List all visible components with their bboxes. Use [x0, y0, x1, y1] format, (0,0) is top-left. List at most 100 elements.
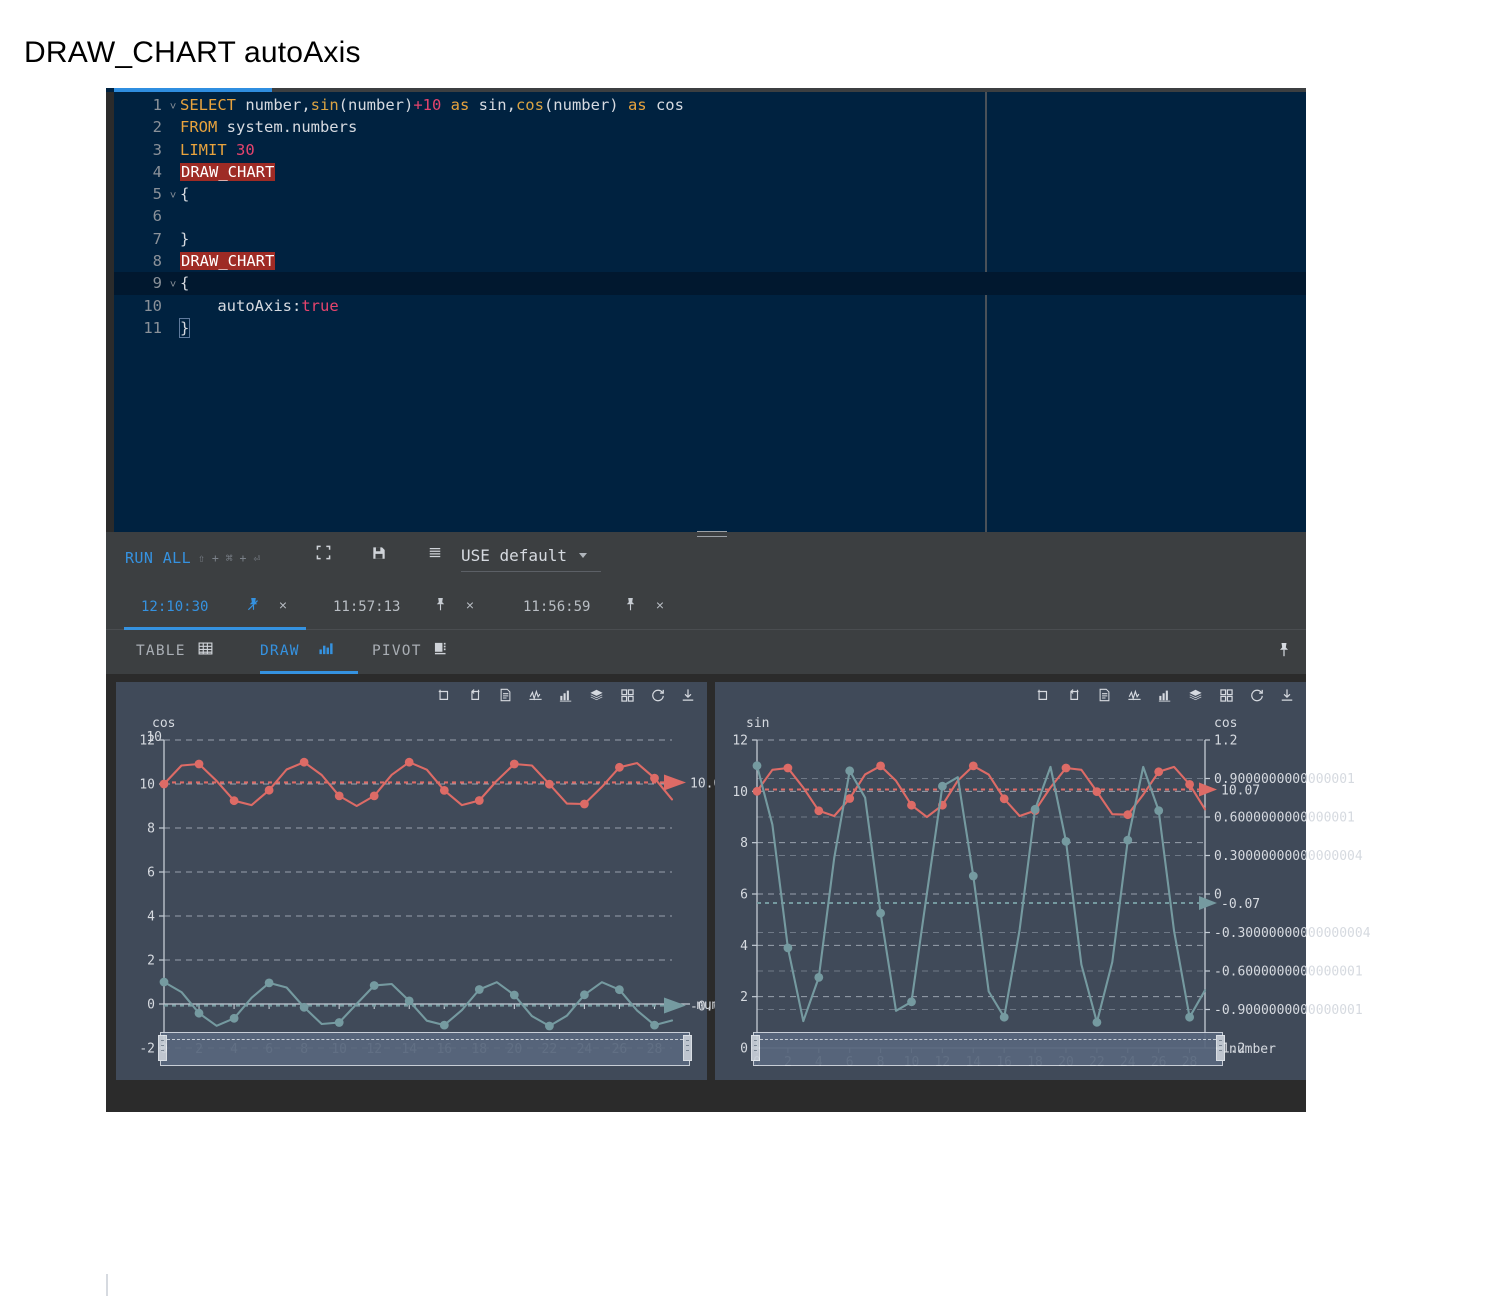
- R-point: [876, 909, 885, 918]
- chevron-down-icon: [579, 553, 587, 558]
- code-line-6[interactable]: 6: [114, 205, 1306, 227]
- L-point: [580, 990, 589, 999]
- splitter-grip[interactable]: [697, 527, 727, 539]
- L-point: [300, 1003, 309, 1012]
- chart-left-datazoom[interactable]: [160, 1032, 690, 1066]
- database-select[interactable]: USE default: [461, 546, 601, 572]
- tab-pivot[interactable]: PIVOT: [372, 630, 472, 674]
- R-point: [1062, 764, 1071, 773]
- datazoom-handle-right[interactable]: [683, 1035, 692, 1061]
- token-draw-chart-2: DRAW_CHART: [180, 252, 275, 270]
- code-line-8[interactable]: 8DRAW_CHART: [114, 250, 1306, 272]
- datazoom-track: [167, 1039, 683, 1040]
- token-paren-number: (number): [339, 96, 414, 114]
- token-plus10: +10: [413, 96, 441, 114]
- tab-draw[interactable]: DRAW: [260, 630, 358, 674]
- save-icon[interactable]: [368, 545, 390, 567]
- token-autoaxis-value: true: [301, 297, 338, 315]
- format-icon[interactable]: [424, 545, 446, 567]
- pivot-icon: [434, 641, 449, 660]
- R-ytick-left: 8: [740, 836, 748, 851]
- close-icon[interactable]: ×: [461, 597, 479, 613]
- pin-icon[interactable]: [621, 597, 639, 615]
- token-sin-alias: sin,: [479, 96, 516, 114]
- fullscreen-icon[interactable]: [312, 545, 334, 567]
- L-point: [370, 981, 379, 990]
- datazoom-handle-left[interactable]: [158, 1035, 167, 1061]
- R-point: [1093, 787, 1102, 796]
- tab-table-label: TABLE: [136, 643, 186, 659]
- result-tab-2[interactable]: 11:56:59 ×: [506, 584, 686, 630]
- result-tab-time: 11:57:13: [333, 599, 400, 615]
- datazoom-handle-left[interactable]: [751, 1035, 760, 1061]
- line-number: 10: [114, 295, 166, 317]
- R-endpoint-label: -0.07: [1221, 897, 1260, 912]
- table-icon: [198, 641, 213, 660]
- L-point: [475, 985, 484, 994]
- close-icon[interactable]: ×: [651, 597, 669, 613]
- R-endpoint-label: 10.07: [1221, 784, 1260, 799]
- result-tab-1[interactable]: 11:57:13 ×: [316, 584, 496, 630]
- token-from-table: system.numbers: [217, 118, 357, 136]
- token-open-brace-1: {: [180, 185, 189, 203]
- fold-toggle[interactable]: ˅: [166, 274, 180, 296]
- L-point: [510, 991, 519, 1000]
- R-ytick-left: 0: [740, 1042, 748, 1057]
- L-point: [650, 1021, 659, 1030]
- code-content[interactable]: 1˅SELECT number,sin(number)+10 as sin,co…: [114, 94, 1306, 530]
- chart-left[interactable]: cos 10 -20246810120246810121416182022242…: [116, 682, 707, 1080]
- fold-toggle[interactable]: ˅: [166, 96, 180, 118]
- L-point: [160, 780, 169, 789]
- unpin-icon[interactable]: [244, 597, 262, 615]
- line-number: 7: [114, 228, 166, 250]
- token-number-col: number,: [236, 96, 311, 114]
- fold-toggle[interactable]: ˅: [166, 185, 180, 207]
- code-line-11[interactable]: 11}: [114, 317, 1306, 339]
- L-point: [405, 758, 414, 767]
- R-point: [907, 997, 916, 1006]
- code-line-9[interactable]: 9˅{: [114, 272, 1306, 294]
- code-line-4[interactable]: 4DRAW_CHART: [114, 161, 1306, 183]
- editor-active-tab-accent: [114, 88, 272, 92]
- L-point: [265, 979, 274, 988]
- token-limit-value: 30: [236, 141, 255, 159]
- R-point: [753, 787, 762, 796]
- L-point: [195, 1009, 204, 1018]
- run-all-button[interactable]: RUN ALL: [125, 549, 191, 567]
- L-ytick-left: 4: [147, 910, 155, 925]
- chart-right-datazoom[interactable]: [753, 1032, 1223, 1066]
- line-number: 6: [114, 205, 166, 227]
- tab-draw-label: DRAW: [260, 643, 300, 659]
- R-ytick-left: 12: [732, 734, 748, 749]
- R-point: [814, 973, 823, 982]
- token-select: SELECT: [180, 96, 236, 114]
- tab-table[interactable]: TABLE: [136, 630, 236, 674]
- chart-right[interactable]: sin cos 0246810121.20.90000000000000010.…: [715, 682, 1306, 1080]
- pin-icon[interactable]: [431, 597, 449, 615]
- R-ytick-right: -0.30000000000000004: [1214, 926, 1371, 941]
- token-sin-fn: sin: [311, 96, 339, 114]
- R-point: [1123, 810, 1132, 819]
- L-point: [195, 760, 204, 769]
- pin-results-icon[interactable]: [1277, 642, 1291, 663]
- code-line-7[interactable]: 7}: [114, 228, 1306, 250]
- datazoom-handle-right[interactable]: [1216, 1035, 1225, 1061]
- R-point: [969, 872, 978, 881]
- result-tab-0[interactable]: 12:10:30 ×: [124, 584, 306, 630]
- run-all-shortcut: ⇧ + ⌘ + ⏎: [198, 551, 260, 565]
- code-line-5[interactable]: 5˅{: [114, 183, 1306, 205]
- line-number: 3: [114, 139, 166, 161]
- code-line-1[interactable]: 1˅SELECT number,sin(number)+10 as sin,co…: [114, 94, 1306, 116]
- L-point: [650, 774, 659, 783]
- L-point: [230, 796, 239, 805]
- R-ytick-right: 0.6000000000000001: [1214, 811, 1355, 826]
- R-point: [938, 782, 947, 791]
- code-line-2[interactable]: 2FROM system.numbers: [114, 116, 1306, 138]
- L-ytick-left: 2: [147, 954, 155, 969]
- close-icon[interactable]: ×: [274, 597, 292, 613]
- code-line-10[interactable]: 10 autoAxis:true: [114, 295, 1306, 317]
- token-cos-fn: cos: [516, 96, 544, 114]
- app-window: 1˅SELECT number,sin(number)+10 as sin,co…: [106, 88, 1306, 1112]
- code-line-3[interactable]: 3LIMIT 30: [114, 139, 1306, 161]
- sql-editor[interactable]: 1˅SELECT number,sin(number)+10 as sin,co…: [106, 88, 1306, 532]
